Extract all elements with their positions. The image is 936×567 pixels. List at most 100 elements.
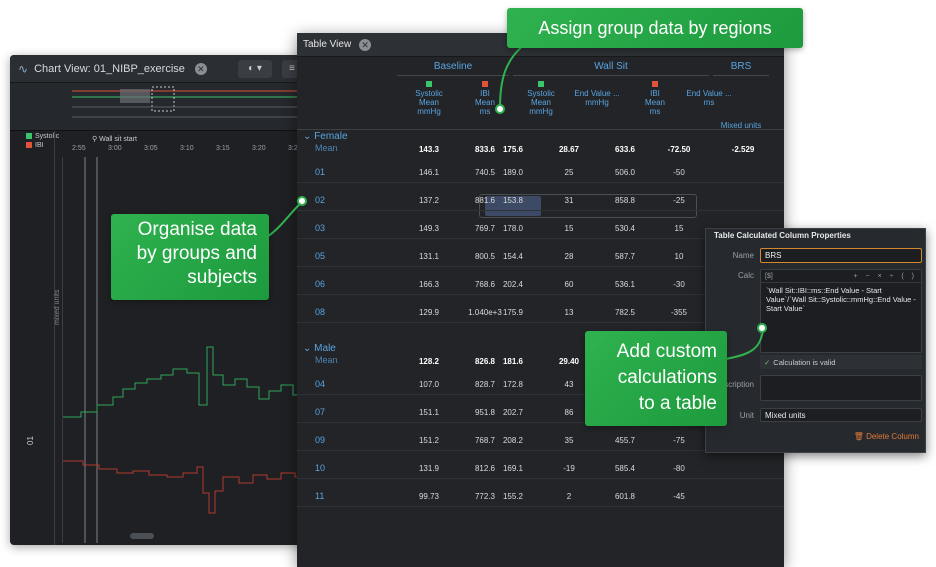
table-cell[interactable]: -25 [651, 196, 707, 205]
subject-id[interactable]: 11 [315, 491, 324, 501]
table-cell[interactable]: 13 [541, 308, 597, 317]
table-cell[interactable]: 137.2 [401, 196, 457, 205]
group-header-brs[interactable]: BRS [711, 61, 771, 72]
table-cell[interactable]: 189.0 [485, 168, 541, 177]
subject-id[interactable]: 05 [315, 251, 325, 261]
table-cell[interactable]: 530.4 [597, 224, 653, 233]
column-header[interactable]: IBI Mean ms [627, 81, 683, 116]
table-cell[interactable]: -19 [541, 464, 597, 473]
table-cell[interactable]: 155.2 [485, 492, 541, 501]
table-cell[interactable]: -75 [651, 436, 707, 445]
column-header[interactable]: Mixed units [713, 113, 769, 130]
close-icon[interactable]: ✕ [194, 62, 207, 75]
group-mean-cell[interactable]: 143.3 [401, 145, 457, 154]
unit-input[interactable]: Mixed units [760, 408, 922, 422]
table-cell[interactable]: -355 [651, 308, 707, 317]
subject-id[interactable]: 07 [315, 407, 325, 417]
group-mean-cell[interactable]: 28.67 [541, 145, 597, 154]
table-cell[interactable]: 172.8 [485, 380, 541, 389]
table-cell[interactable]: 455.7 [597, 436, 653, 445]
table-cell[interactable]: -30 [651, 280, 707, 289]
column-header[interactable]: Systolic Mean mmHg [401, 81, 457, 116]
table-cell[interactable]: -80 [651, 464, 707, 473]
table-cell[interactable]: 166.3 [401, 280, 457, 289]
subject-id[interactable]: 08 [315, 307, 325, 317]
table-cell[interactable]: 601.8 [597, 492, 653, 501]
group-section-toggle[interactable]: ⌄ Female [303, 131, 348, 142]
subject-id[interactable]: 04 [315, 379, 325, 389]
group-mean-cell[interactable]: 633.6 [597, 145, 653, 154]
table-cell[interactable]: 146.1 [401, 168, 457, 177]
column-header[interactable]: Systolic Mean mmHg [513, 81, 569, 116]
table-cell[interactable]: 153.8 [485, 196, 541, 205]
insert-variable-button[interactable]: [$] [765, 273, 773, 280]
table-cell[interactable]: 129.9 [401, 308, 457, 317]
marker-icon: ⚲ [92, 136, 98, 143]
column-header[interactable]: End Value ... mmHg [569, 81, 625, 107]
name-input[interactable]: BRS [760, 248, 922, 263]
table-cell[interactable]: 2 [541, 492, 597, 501]
table-cell[interactable]: 782.5 [597, 308, 653, 317]
time-tick-label: 3:20 [252, 145, 266, 152]
table-cell[interactable]: 208.2 [485, 436, 541, 445]
group-mean-cell[interactable]: -72.50 [651, 145, 707, 154]
group-header-baseline[interactable]: Baseline [395, 61, 511, 72]
table-cell[interactable]: 131.9 [401, 464, 457, 473]
table-cell[interactable]: 151.2 [401, 436, 457, 445]
channel-color-swatch [652, 81, 658, 87]
table-cell[interactable]: 858.8 [597, 196, 653, 205]
chart-overview-strip[interactable] [10, 83, 310, 131]
table-cell[interactable]: 60 [541, 280, 597, 289]
subject-id[interactable]: 03 [315, 223, 325, 233]
group-header-wall-sit[interactable]: Wall Sit [511, 61, 711, 72]
table-cell[interactable]: 202.4 [485, 280, 541, 289]
group-section-toggle[interactable]: ⌄ Male [303, 343, 336, 354]
table-cell[interactable]: 107.0 [401, 380, 457, 389]
table-cell[interactable]: 506.0 [597, 168, 653, 177]
table-cell[interactable]: 175.9 [485, 308, 541, 317]
subject-id[interactable]: 10 [315, 463, 325, 473]
calc-editor[interactable]: [$] + − × ÷ ( ) `Wall Sit::IBI::ms::End … [760, 269, 922, 353]
table-cell[interactable]: -45 [651, 492, 707, 501]
subject-id[interactable]: 01 [315, 167, 325, 177]
delete-column-button[interactable]: 🗑 Delete Column [854, 432, 919, 441]
table-cell[interactable]: 536.1 [597, 280, 653, 289]
table-cell[interactable]: 587.7 [597, 252, 653, 261]
table-cell[interactable]: 585.4 [597, 464, 653, 473]
table-cell[interactable]: 31 [541, 196, 597, 205]
calc-expression[interactable]: `Wall Sit::IBI::ms::End Value - Start Va… [761, 283, 921, 316]
table-cell[interactable]: 151.1 [401, 408, 457, 417]
operator-buttons[interactable]: + − × ÷ ( ) [854, 273, 918, 280]
color-dropdown-button[interactable]: ◐ ▾ [238, 59, 272, 78]
group-mean-label: Mean [315, 355, 338, 365]
table-cell[interactable]: 15 [651, 224, 707, 233]
table-cell[interactable]: 178.0 [485, 224, 541, 233]
subject-id[interactable]: 06 [315, 279, 325, 289]
table-cell[interactable]: 149.3 [401, 224, 457, 233]
table-cell[interactable]: 15 [541, 224, 597, 233]
comment-marker[interactable]: ⚲ Wall sit start [92, 135, 137, 143]
table-cell[interactable]: 202.7 [485, 408, 541, 417]
table-cell[interactable]: 10 [651, 252, 707, 261]
table-cell[interactable]: 169.1 [485, 464, 541, 473]
table-cell[interactable]: 35 [541, 436, 597, 445]
group-mean-cell[interactable]: 175.6 [485, 145, 541, 154]
subject-id[interactable]: 09 [315, 435, 325, 445]
group-mean-cell[interactable]: -2.529 [715, 145, 771, 154]
close-icon[interactable]: ✕ [359, 38, 372, 51]
table-cell[interactable]: 131.1 [401, 252, 457, 261]
table-cell[interactable]: 28 [541, 252, 597, 261]
table-cell[interactable]: 25 [541, 168, 597, 177]
waveform-icon: ∿ [18, 61, 29, 76]
callout-anchor-dot [757, 323, 767, 333]
group-mean-cell[interactable]: 128.2 [401, 357, 457, 366]
column-header[interactable]: End Value ... ms [681, 81, 737, 107]
table-cell[interactable]: 154.4 [485, 252, 541, 261]
calc-toolbar: [$] + − × ÷ ( ) [761, 270, 921, 283]
table-cell[interactable]: -50 [651, 168, 707, 177]
table-cell[interactable]: 99.73 [401, 492, 457, 501]
description-input[interactable] [760, 375, 922, 401]
subject-id[interactable]: 02 [315, 195, 325, 205]
group-mean-cell[interactable]: 181.6 [485, 357, 541, 366]
horizontal-scrollbar[interactable] [130, 533, 154, 539]
